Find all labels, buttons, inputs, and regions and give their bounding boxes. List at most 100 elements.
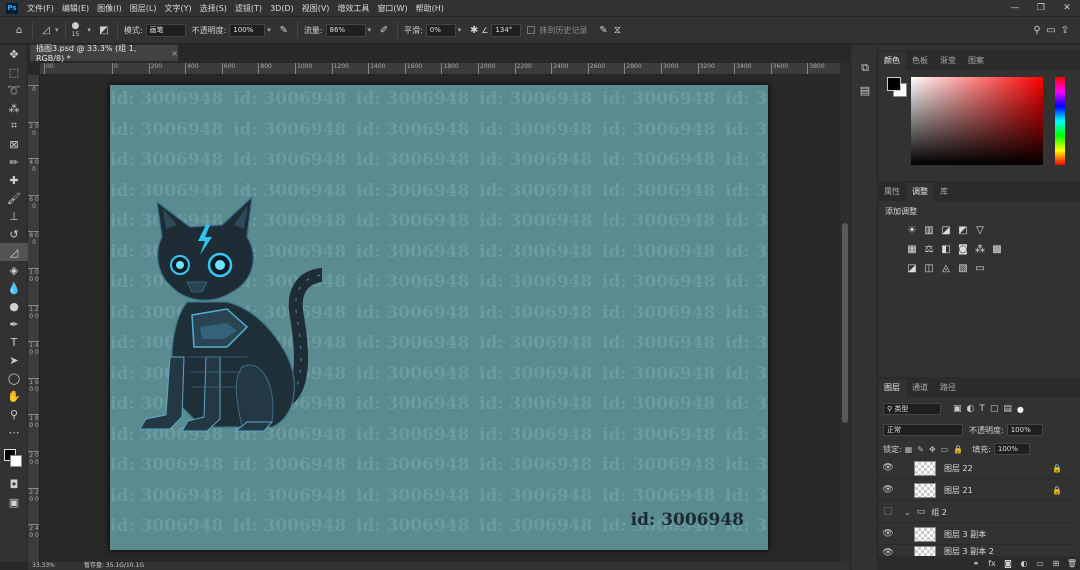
eraser-tool-icon[interactable]: ◿ xyxy=(0,243,28,261)
menu-view[interactable]: 视图(V) xyxy=(298,3,334,14)
gear-icon[interactable]: ✱ xyxy=(467,23,481,37)
threshold-icon[interactable]: ◬ xyxy=(938,262,954,274)
tab-properties[interactable]: 属性 xyxy=(878,183,906,201)
history-icon[interactable]: ⧉ xyxy=(851,57,879,79)
marquee-tool-icon[interactable]: ⬚ xyxy=(0,63,28,81)
tab-swatches[interactable]: 色板 xyxy=(906,52,934,70)
pen-tool-icon[interactable]: ✒ xyxy=(0,315,28,333)
smooth-input[interactable]: 0% xyxy=(425,23,456,37)
posterize-icon[interactable]: ◫ xyxy=(921,262,937,274)
menu-3d[interactable]: 3D(D) xyxy=(266,4,298,13)
tool-preset-dropdown[interactable]: ▾ xyxy=(55,26,59,34)
blur-tool-icon[interactable]: 💧 xyxy=(0,279,28,297)
black-white-icon[interactable]: ◧ xyxy=(938,243,954,255)
path-select-tool-icon[interactable]: ➤ xyxy=(0,351,28,369)
tab-libraries[interactable]: 库 xyxy=(934,183,954,201)
workspace-icon[interactable]: ▭ xyxy=(1044,23,1058,37)
chevron-down-icon[interactable]: ⌄ xyxy=(904,508,911,517)
pressure-size-icon[interactable]: ✎ xyxy=(596,23,610,37)
layer-row[interactable]: 👁 图层 22 🔒 xyxy=(878,458,1074,479)
layer-filter-select[interactable]: ⚲ 类型 xyxy=(883,403,941,415)
move-tool-icon[interactable]: ✥ xyxy=(0,45,28,63)
selective-color-icon[interactable]: ▧ xyxy=(955,262,971,274)
adjustment-layer-icon[interactable]: ◐ xyxy=(1016,559,1032,568)
quick-mask-icon[interactable]: ◘ xyxy=(0,475,28,493)
new-group-icon[interactable]: ▭ xyxy=(1032,559,1048,568)
menu-window[interactable]: 窗口(W) xyxy=(373,3,411,14)
screen-mode-icon[interactable]: ▣ xyxy=(0,493,28,511)
document-tab[interactable]: 插图3.psd @ 33.3% (组 1, RGB/8) * × xyxy=(30,44,178,63)
document-canvas[interactable]: id: 3006948 id: 3006948 id: 3006948 id: 300… xyxy=(110,85,768,550)
menu-edit[interactable]: 编辑(E) xyxy=(58,3,93,14)
tab-color[interactable]: 颜色 xyxy=(878,52,906,70)
invert-icon[interactable]: ◪ xyxy=(904,262,920,274)
fill-input[interactable]: 100% xyxy=(993,443,1030,455)
menu-layer[interactable]: 图层(L) xyxy=(126,3,161,14)
zoom-tool-icon[interactable]: ⚲ xyxy=(0,405,28,423)
paint-bucket-tool-icon[interactable]: ◈ xyxy=(0,261,28,279)
filter-toggle-icon[interactable]: ● xyxy=(1017,405,1024,414)
tab-layers[interactable]: 图层 xyxy=(878,379,906,397)
eraser-icon[interactable]: ◿ xyxy=(39,23,53,37)
tab-channels[interactable]: 通道 xyxy=(906,379,934,397)
flow-input[interactable]: 86% xyxy=(325,23,366,37)
brush-tool-icon[interactable]: 🖌 xyxy=(0,189,28,207)
layer-row[interactable]: 👁 图层 3 副本 xyxy=(878,524,1074,545)
eye-icon[interactable]: 👁 xyxy=(878,463,898,473)
shape-tool-icon[interactable]: ◯ xyxy=(0,369,28,387)
brush-settings-icon[interactable]: ◩ xyxy=(97,23,111,37)
airbrush-icon[interactable]: ✐ xyxy=(377,23,391,37)
menu-plugins[interactable]: 增效工具 xyxy=(333,3,373,14)
pressure-opacity-icon[interactable]: ✎ xyxy=(277,23,291,37)
hue-slider[interactable] xyxy=(1055,77,1065,165)
layer-group-row[interactable]: ⌄ ▭ 组 2 xyxy=(878,502,1074,523)
crop-tool-icon[interactable]: ⌗ xyxy=(0,117,28,135)
hue-saturation-icon[interactable]: ▦ xyxy=(904,243,920,255)
hand-tool-icon[interactable]: ✋ xyxy=(0,387,28,405)
fx-icon[interactable]: fx xyxy=(984,559,1000,568)
lock-icons[interactable]: ▦✎✥▭🔒 xyxy=(905,445,968,454)
history-brush-tool-icon[interactable]: ↺ xyxy=(0,225,28,243)
link-layers-icon[interactable]: ⚭ xyxy=(968,559,984,568)
dodge-tool-icon[interactable]: ● xyxy=(0,297,28,315)
levels-icon[interactable]: ▥ xyxy=(921,224,937,236)
new-layer-icon[interactable]: ⊞ xyxy=(1048,559,1064,568)
brush-preset-picker[interactable]: ● 15 xyxy=(72,22,80,39)
background-color-swatch[interactable] xyxy=(10,455,22,467)
tab-adjustments[interactable]: 调整 xyxy=(906,183,934,201)
opacity-dropdown[interactable]: ▾ xyxy=(267,26,271,34)
close-tab-icon[interactable]: × xyxy=(171,49,178,58)
menu-help[interactable]: 帮助(H) xyxy=(412,3,448,14)
color-saturation-field[interactable] xyxy=(911,77,1043,165)
eye-icon[interactable]: 👁 xyxy=(878,529,898,539)
healing-brush-tool-icon[interactable]: ✚ xyxy=(0,171,28,189)
channel-mixer-icon[interactable]: ⁂ xyxy=(972,243,988,255)
layer-row[interactable]: 👁 图层 21 🔒 xyxy=(878,480,1074,501)
color-balance-icon[interactable]: ⚖ xyxy=(921,243,937,255)
gradient-map-icon[interactable]: ▭ xyxy=(972,262,988,274)
symmetry-icon[interactable]: ⧖ xyxy=(610,23,624,37)
history-checkbox[interactable] xyxy=(527,26,536,34)
vertical-scrollbar[interactable] xyxy=(840,63,850,562)
add-mask-icon[interactable]: ◙ xyxy=(1000,559,1016,568)
menu-file[interactable]: 文件(F) xyxy=(23,3,58,14)
brightness-icon[interactable]: ☀ xyxy=(904,224,920,236)
clone-stamp-tool-icon[interactable]: ⊥ xyxy=(0,207,28,225)
zoom-level[interactable]: 33.33% xyxy=(32,562,55,570)
minimize-button[interactable]: — xyxy=(1002,0,1028,16)
opacity-input[interactable]: 100% xyxy=(229,23,266,37)
exposure-icon[interactable]: ◩ xyxy=(955,224,971,236)
menu-type[interactable]: 文字(Y) xyxy=(160,3,195,14)
lasso-tool-icon[interactable]: ➰ xyxy=(0,81,28,99)
frame-tool-icon[interactable]: ⊠ xyxy=(0,135,28,153)
brush-dropdown[interactable]: ▾ xyxy=(87,26,91,34)
menu-select[interactable]: 选择(S) xyxy=(196,3,231,14)
color-foreground-swatch[interactable] xyxy=(887,77,901,91)
close-window-button[interactable]: ✕ xyxy=(1054,0,1080,16)
angle-input[interactable]: 134° xyxy=(491,23,522,37)
tab-paths[interactable]: 路径 xyxy=(934,379,962,397)
delete-layer-icon[interactable]: 🗑 xyxy=(1064,559,1080,568)
menu-filter[interactable]: 滤镜(T) xyxy=(231,3,266,14)
maximize-button[interactable]: ❐ xyxy=(1028,0,1054,16)
share-icon[interactable]: ⇪ xyxy=(1058,23,1072,37)
